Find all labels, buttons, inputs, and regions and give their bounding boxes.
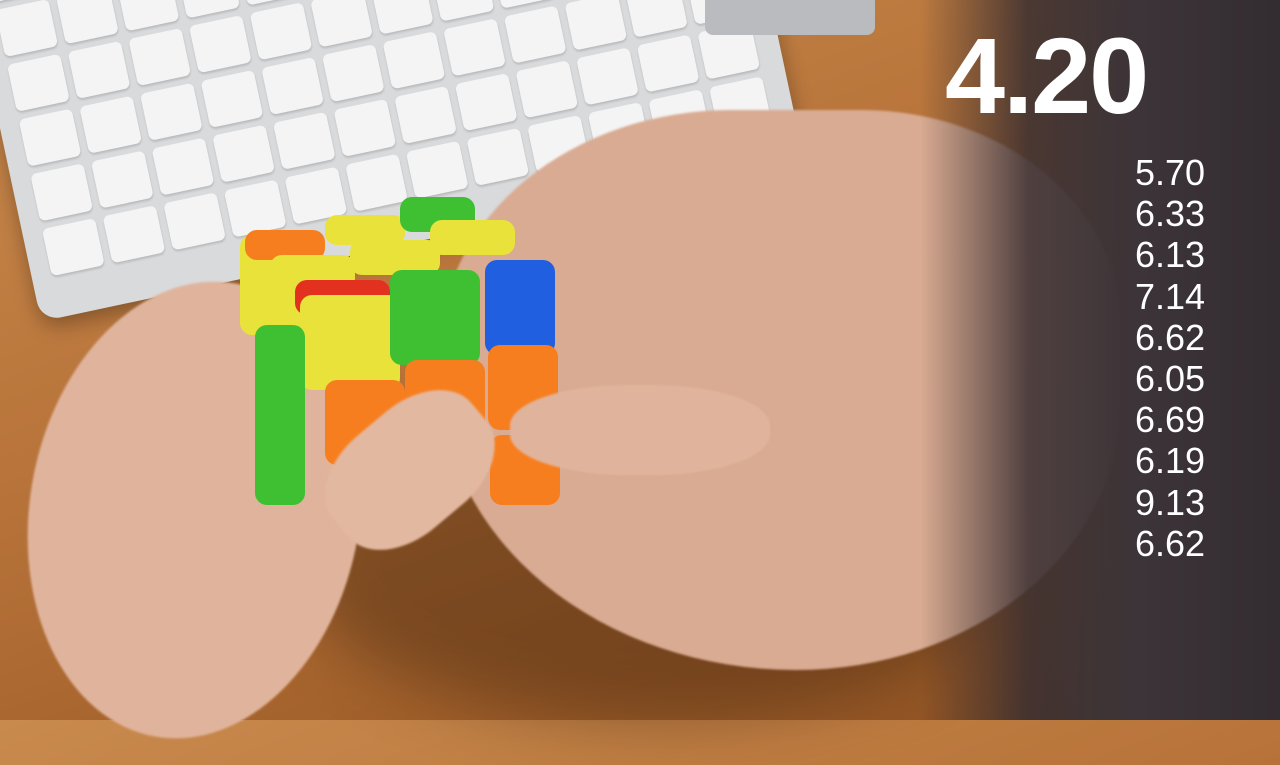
keyboard-key [90,150,154,209]
keyboard-key [503,5,567,64]
keyboard-key [163,192,227,251]
keyboard-key [212,124,276,183]
keyboard-key [636,34,700,93]
keyboard-key [515,60,579,119]
keyboard-key [405,140,469,199]
keyboard-key [272,111,336,170]
keyboard-key [67,40,131,100]
keyboard-key [466,127,530,187]
keyboard-key [30,163,94,222]
time-entry: 6.62 [1135,316,1206,358]
keyboard-key [116,0,180,32]
keyboard-key [431,0,495,22]
time-entry: 9.13 [1135,481,1206,523]
keyboard-key [625,0,688,38]
keyboard-key [151,137,215,196]
keyboard-key [443,18,506,77]
time-entry: 6.05 [1135,357,1206,399]
keyboard-key [261,56,325,116]
keyboard-key [0,0,59,58]
keyboard-key [370,0,434,35]
trackpad [705,0,875,35]
time-entry: 6.19 [1135,440,1206,482]
keyboard-key [249,2,313,61]
keyboard-key [188,15,252,74]
keyboard-key [310,0,374,48]
time-entry: 6.62 [1135,522,1206,564]
keyboard-key [56,0,119,45]
keyboard-key [333,98,397,158]
keyboard-key [18,108,82,167]
time-entry: 7.14 [1135,275,1206,317]
time-entry: 6.33 [1135,193,1206,235]
keyboard-key [576,47,639,106]
keyboard-key [41,218,105,277]
keyboard-key [79,95,143,154]
keyboard-key [128,27,192,87]
keyboard-key [200,69,264,129]
keyboard-key [454,73,518,132]
time-entry: 5.70 [1135,152,1206,193]
keyboard-key [177,0,241,19]
time-entry: 6.13 [1135,234,1206,276]
previous-times-list: 5.70 6.33 6.13 7.14 6.62 6.05 6.69 6.19 … [1135,152,1205,564]
keyboard-key [394,85,457,145]
keyboard-key [139,82,203,141]
keyboard-key [7,53,70,112]
current-time: 4.20 [945,15,1149,136]
keyboard-key [102,205,166,264]
time-entry: 6.69 [1135,399,1206,441]
right-finger [510,385,770,475]
keyboard-key [564,0,628,51]
keyboard-key [382,31,446,90]
keyboard-key [321,44,385,103]
